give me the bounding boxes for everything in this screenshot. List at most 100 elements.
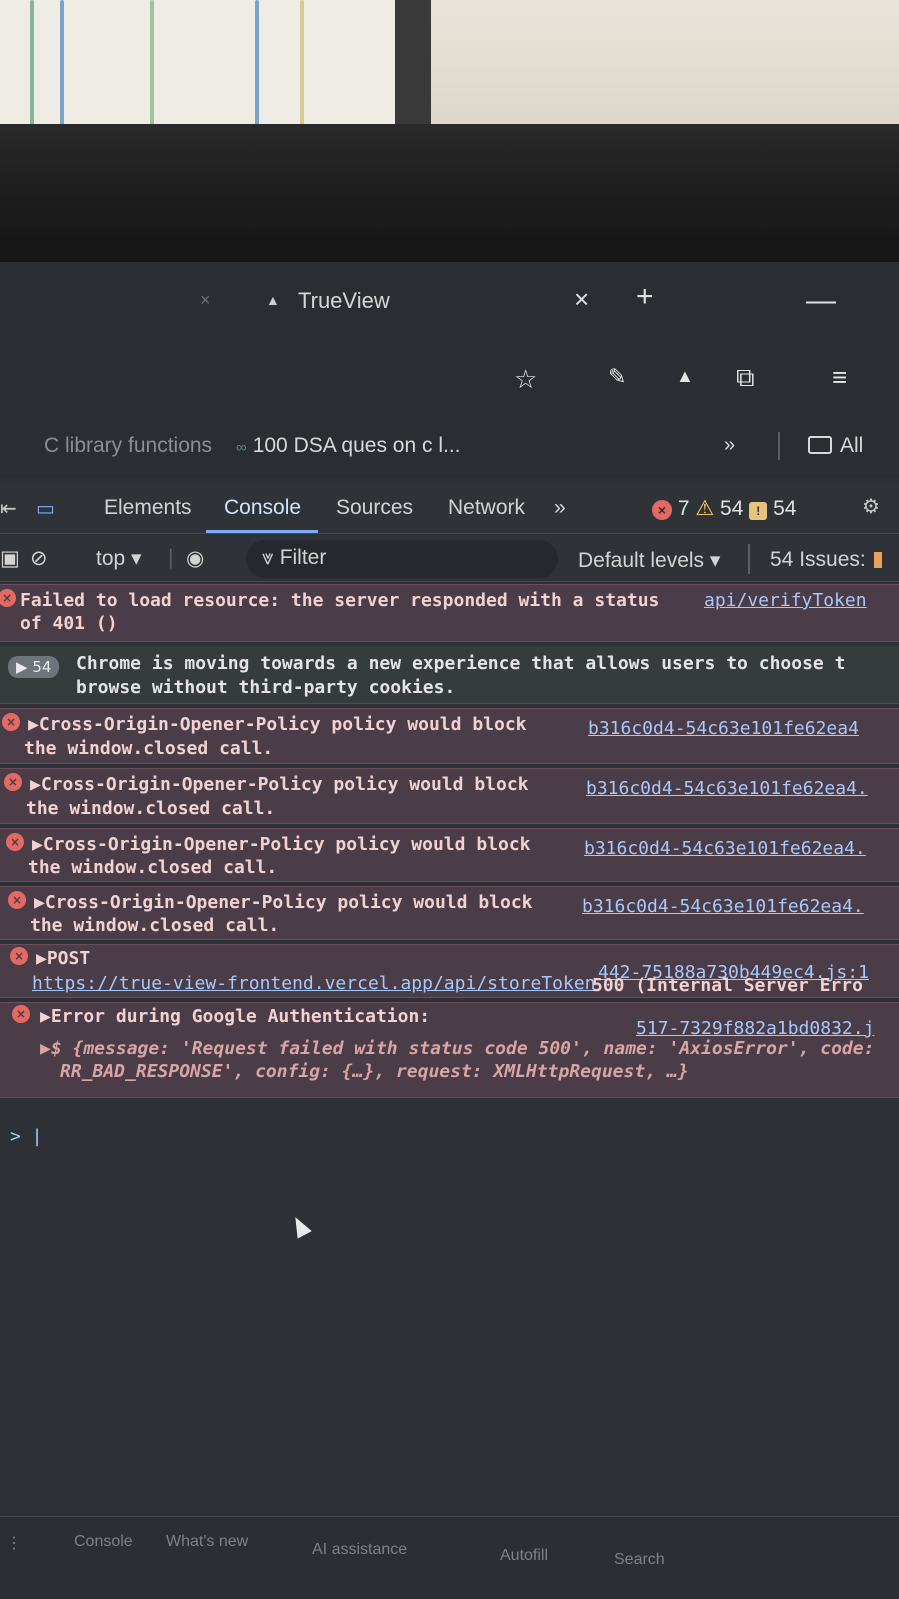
drawer-menu-icon[interactable]: ⋮ — [6, 1533, 22, 1553]
message-text: the window.closed call. — [26, 798, 276, 819]
info-icon: ! — [749, 502, 768, 520]
more-tabs-button[interactable]: » — [554, 496, 566, 520]
source-link[interactable]: b316c0d4-54c63e101fe62ea4. — [584, 837, 866, 860]
warning-icon: ⚠ — [695, 497, 715, 520]
minimize-button[interactable]: — — [806, 284, 836, 318]
console-message-error[interactable]: × ▶Cross-Origin-Opener-Policy policy wou… — [0, 768, 899, 824]
sidebar-toggle-icon[interactable]: ▣ — [0, 546, 20, 571]
monitor-stand — [395, 0, 431, 128]
source-link[interactable]: b316c0d4-54c63e101fe62ea4. — [586, 777, 868, 800]
bookmark-favicon-icon: ∞ — [236, 439, 247, 456]
error-icon: × — [12, 1005, 30, 1023]
filter-icon: ⩔ — [262, 546, 280, 569]
levels-dropdown[interactable]: Default levels ▾ — [578, 548, 720, 573]
error-object[interactable]: ▶$ {message: 'Request failed with status… — [40, 1037, 874, 1060]
devtools-drawer: ⋮ Console What's new AI assistance Autof… — [0, 1516, 899, 1599]
message-text: the window.closed call. — [30, 915, 280, 936]
tab-favicon-icon: ▲ — [266, 292, 280, 308]
message-text: the window.closed call. — [24, 738, 274, 759]
message-text: Chrome is moving towards a new experienc… — [76, 653, 846, 674]
console-message-error[interactable]: × Failed to load resource: the server re… — [0, 584, 899, 642]
message-text: ▶Cross-Origin-Opener-Policy policy would… — [28, 714, 527, 735]
tab-elements[interactable]: Elements — [104, 496, 192, 520]
console-message-error[interactable]: × ▶POST 442-75188a730b449ec4.js:1 https:… — [0, 944, 899, 998]
error-icon: × — [0, 589, 16, 607]
filter-placeholder: Filter — [279, 546, 327, 569]
console-prompt[interactable]: > | — [10, 1126, 43, 1147]
source-link[interactable]: b316c0d4-54c63e101fe62ea4 — [588, 717, 859, 740]
message-text: ▶POST — [36, 948, 91, 969]
drawer-tab-whats-new[interactable]: What's new — [166, 1533, 248, 1551]
issue-counters[interactable]: × 7 ⚠ 54 ! 54 — [652, 496, 796, 521]
drawer-tab-autofill[interactable]: Autofill — [500, 1547, 548, 1565]
message-text: browse without third-party cookies. — [76, 677, 456, 698]
tab-network[interactable]: Network — [448, 496, 525, 520]
browser-toolbar: ☆ ✎ ▲ ⧉ ≡ — [0, 342, 899, 412]
bookmarks-more-button[interactable]: » — [724, 434, 735, 457]
new-tab-button[interactable]: + — [636, 280, 654, 314]
bookmark-item[interactable]: C library functions — [44, 434, 212, 458]
settings-gear-icon[interactable]: ⚙ — [862, 494, 880, 519]
console-message-info[interactable]: ▶ 54 Chrome is moving towards a new expe… — [0, 646, 899, 704]
inspect-icon[interactable]: ⇤ — [0, 496, 17, 521]
error-icon: × — [6, 833, 24, 851]
repeat-count: 54 — [32, 658, 52, 676]
error-icon: × — [2, 713, 20, 731]
screen: × ▲ TrueView × + — ☆ ✎ ▲ ⧉ ≡ C library f… — [0, 262, 899, 1599]
wire — [150, 0, 154, 128]
tab-console[interactable]: Console — [224, 496, 301, 520]
request-url-link[interactable]: https://true-view-frontend.vercel.app/ap… — [32, 972, 596, 995]
source-link[interactable]: b316c0d4-54c63e101fe62ea4. — [582, 895, 864, 918]
device-toolbar-icon[interactable]: ▭ — [36, 496, 55, 521]
tab-title[interactable]: TrueView — [298, 288, 390, 314]
drawer-tab-search[interactable]: Search — [614, 1551, 665, 1569]
wire — [300, 0, 304, 128]
tab-sources[interactable]: Sources — [336, 496, 413, 520]
divider — [778, 432, 780, 460]
source-link[interactable]: api/verifyToken — [704, 589, 867, 612]
message-text: ▶Error during Google Authentication: — [40, 1006, 431, 1027]
error-icon: × — [8, 891, 26, 909]
error-icon: × — [4, 773, 22, 791]
star-icon[interactable]: ☆ — [514, 364, 537, 395]
bookmark-item[interactable]: ∞ 100 DSA ques on c l... — [236, 434, 461, 458]
info-count: 54 — [773, 497, 797, 520]
bookmarks-bar: C library functions ∞ 100 DSA ques on c l… — [0, 412, 899, 478]
close-icon[interactable]: × — [200, 290, 211, 311]
message-text: ▶Cross-Origin-Opener-Policy policy would… — [32, 834, 531, 855]
tab-close-button[interactable]: × — [574, 284, 589, 315]
console-message-error[interactable]: × ▶Cross-Origin-Opener-Policy policy wou… — [0, 708, 899, 764]
issues-label: 54 Issues: — [770, 548, 866, 571]
repeat-count-badge: ▶ 54 — [8, 656, 60, 678]
status-text: 500 (Internal Server Erro — [592, 975, 863, 996]
console-filter-bar: ▣ ⊘ top ▾ | ◉ ⩔ Filter Default levels ▾ … — [0, 536, 899, 582]
puzzle-icon[interactable]: ⧉ — [736, 362, 755, 394]
drawer-tab-ai-assistance[interactable]: AI assistance — [312, 1541, 407, 1559]
all-bookmarks-label: All — [840, 434, 864, 457]
extension-icon[interactable]: ✎ — [608, 364, 626, 390]
issue-flag-icon — [873, 552, 882, 568]
eye-icon[interactable]: ◉ — [186, 546, 204, 571]
error-icon: × — [652, 500, 672, 520]
drive-icon[interactable]: ▲ — [676, 366, 694, 387]
issues-button[interactable]: 54 Issues: — [770, 548, 882, 572]
console-message-error[interactable]: × ▶Cross-Origin-Opener-Policy policy wou… — [0, 828, 899, 882]
all-bookmarks-button[interactable]: All — [808, 434, 863, 458]
monitor-bezel — [0, 124, 899, 264]
divider — [748, 544, 750, 574]
context-selector[interactable]: top ▾ — [96, 546, 142, 571]
warning-count: 54 — [720, 497, 744, 520]
clear-console-icon[interactable]: ⊘ — [30, 546, 48, 571]
error-icon: × — [10, 947, 28, 965]
divider: | — [168, 546, 174, 569]
error-count: 7 — [677, 497, 690, 520]
drawer-tab-console[interactable]: Console — [74, 1533, 133, 1551]
devtools-tab-bar: ⇤ ▭ Elements Console Sources Network » ×… — [0, 484, 899, 534]
console-message-error[interactable]: × ▶Error during Google Authentication: 5… — [0, 1002, 899, 1098]
message-text: ▶Cross-Origin-Opener-Policy policy would… — [34, 892, 533, 913]
media-icon[interactable]: ≡ — [832, 362, 847, 393]
folder-icon — [808, 436, 832, 454]
message-text: of 401 () — [20, 613, 118, 634]
bookmark-label: 100 DSA ques on c l... — [252, 434, 461, 457]
console-message-error[interactable]: × ▶Cross-Origin-Opener-Policy policy wou… — [0, 886, 899, 940]
